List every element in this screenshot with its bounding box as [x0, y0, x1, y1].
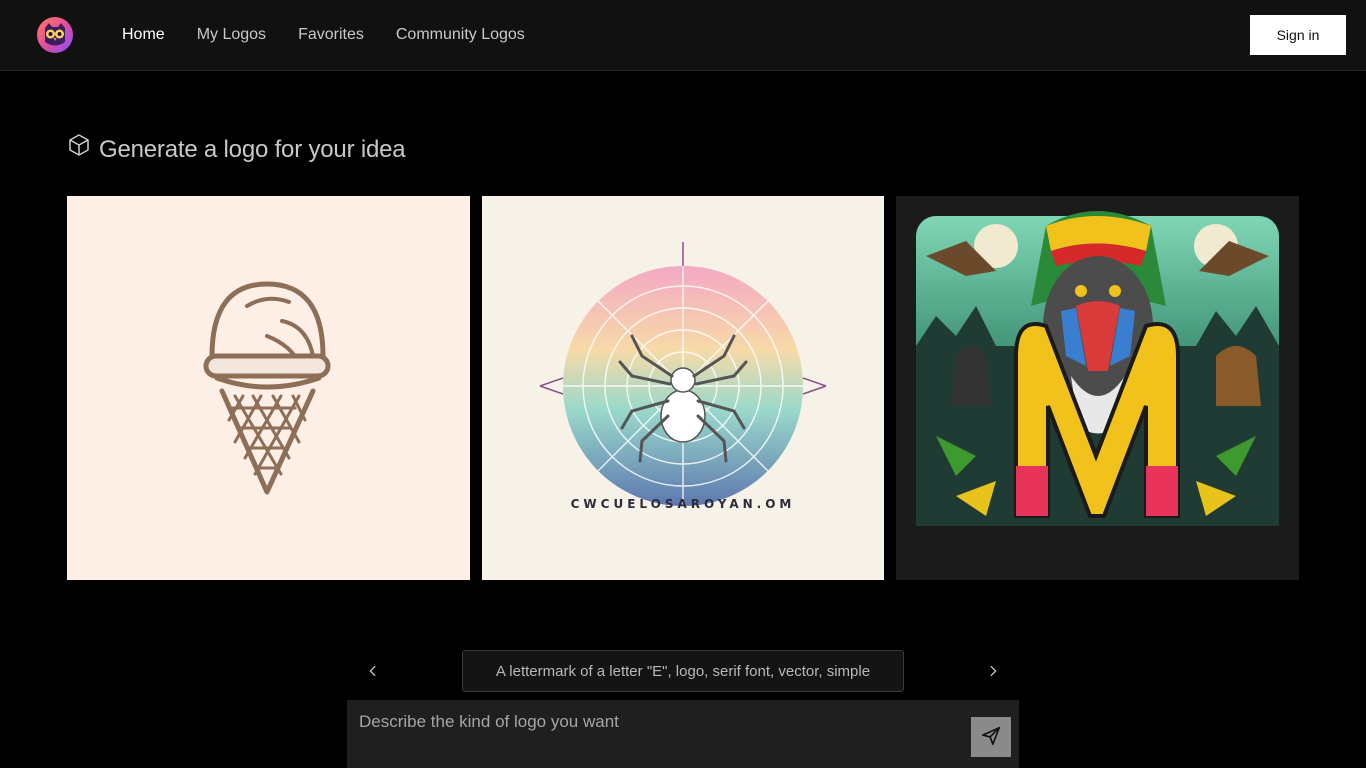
prompt-box: [347, 700, 1019, 768]
sign-in-button[interactable]: Sign in: [1250, 15, 1346, 55]
nav-item-favorites[interactable]: Favorites: [298, 24, 364, 46]
send-icon: [980, 725, 1002, 750]
top-navigation-bar: Home My Logos Favorites Community Logos …: [0, 0, 1366, 71]
baboon-m-logo-image[interactable]: [896, 196, 1299, 580]
chevron-right-icon[interactable]: [982, 660, 1004, 682]
logo-description-input[interactable]: [347, 700, 957, 768]
nav-item-my-logos[interactable]: My Logos: [197, 24, 266, 46]
nav-item-home[interactable]: Home: [122, 24, 165, 46]
page-title: Generate a logo for your idea: [99, 136, 406, 163]
chevron-left-icon[interactable]: [362, 660, 384, 682]
send-button[interactable]: [971, 717, 1011, 757]
owl-logo-icon[interactable]: [36, 16, 74, 54]
page-heading: Generate a logo for your idea: [67, 133, 406, 164]
main-nav: Home My Logos Favorites Community Logos: [122, 24, 525, 46]
spider-logo-text: CWCUELOSAROYAN.OM: [571, 497, 796, 511]
nav-item-community-logos[interactable]: Community Logos: [396, 24, 525, 46]
spider-web-logo-image[interactable]: CWCUELOSAROYAN.OM: [482, 196, 884, 580]
ice-cream-logo-image[interactable]: [67, 196, 470, 580]
cube-icon: [67, 133, 91, 157]
suggestion-chip[interactable]: A lettermark of a letter "E", logo, seri…: [462, 650, 904, 692]
